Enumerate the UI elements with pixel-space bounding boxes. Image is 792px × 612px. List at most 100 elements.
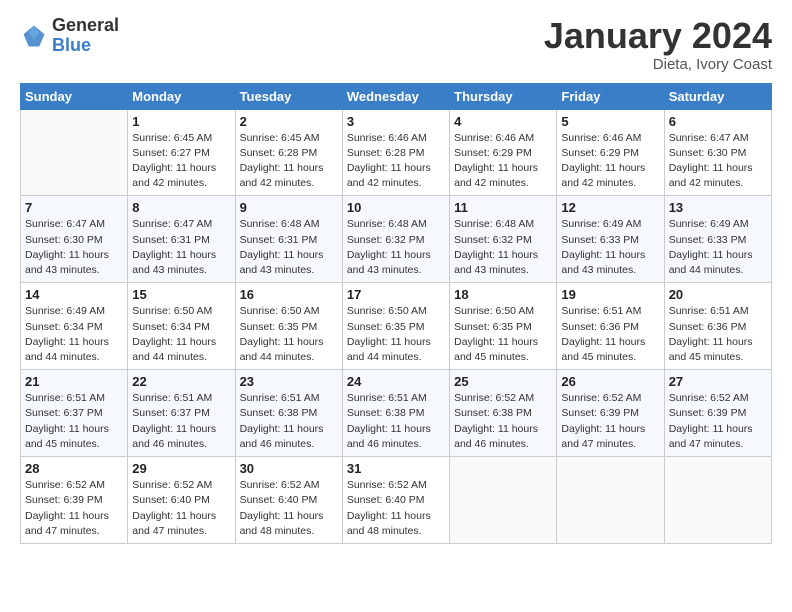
day-number: 11	[454, 200, 552, 215]
cell-info: Sunrise: 6:51 AMSunset: 6:36 PMDaylight:…	[669, 305, 753, 363]
col-header-saturday: Saturday	[664, 83, 771, 109]
cell-0-6: 6 Sunrise: 6:47 AMSunset: 6:30 PMDaylight…	[664, 109, 771, 196]
cell-info: Sunrise: 6:51 AMSunset: 6:37 PMDaylight:…	[25, 392, 109, 450]
cell-info: Sunrise: 6:52 AMSunset: 6:39 PMDaylight:…	[25, 479, 109, 537]
col-header-sunday: Sunday	[21, 83, 128, 109]
cell-info: Sunrise: 6:50 AMSunset: 6:34 PMDaylight:…	[132, 305, 216, 363]
cell-2-5: 19Sunrise: 6:51 AMSunset: 6:36 PMDayligh…	[557, 283, 664, 370]
cell-info: Sunrise: 6:46 AMSunset: 6:28 PMDaylight:…	[347, 132, 431, 190]
cell-info: Sunrise: 6:52 AMSunset: 6:40 PMDaylight:…	[240, 479, 324, 537]
col-header-tuesday: Tuesday	[235, 83, 342, 109]
day-number: 3	[347, 114, 445, 129]
cell-3-1: 22Sunrise: 6:51 AMSunset: 6:37 PMDayligh…	[128, 370, 235, 457]
cell-2-3: 17 Sunrise: 6:50 AMSunset: 6:35 PMDayligh…	[342, 283, 449, 370]
cell-info: Sunrise: 6:48 AMSunset: 6:32 PMDaylight:…	[454, 218, 538, 276]
cell-1-0: 7 Sunrise: 6:47 AMSunset: 6:30 PMDaylight…	[21, 196, 128, 283]
cell-4-0: 28 Sunrise: 6:52 AMSunset: 6:39 PMDayligh…	[21, 457, 128, 544]
cell-info: Sunrise: 6:52 AMSunset: 6:40 PMDaylight:…	[347, 479, 431, 537]
col-header-wednesday: Wednesday	[342, 83, 449, 109]
cell-4-6	[664, 457, 771, 544]
cell-4-5	[557, 457, 664, 544]
day-number: 21	[25, 374, 123, 389]
cell-1-2: 9 Sunrise: 6:48 AMSunset: 6:31 PMDaylight…	[235, 196, 342, 283]
cell-info: Sunrise: 6:48 AMSunset: 6:31 PMDaylight:…	[240, 218, 324, 276]
day-number: 28	[25, 461, 123, 476]
cell-0-3: 3 Sunrise: 6:46 AMSunset: 6:28 PMDaylight…	[342, 109, 449, 196]
day-number: 31	[347, 461, 445, 476]
cell-info: Sunrise: 6:51 AMSunset: 6:38 PMDaylight:…	[347, 392, 431, 450]
cell-info: Sunrise: 6:46 AMSunset: 6:29 PMDaylight:…	[561, 132, 645, 190]
cell-3-5: 26Sunrise: 6:52 AMSunset: 6:39 PMDayligh…	[557, 370, 664, 457]
col-header-friday: Friday	[557, 83, 664, 109]
day-number: 14	[25, 287, 123, 302]
cell-0-2: 2 Sunrise: 6:45 AMSunset: 6:28 PMDaylight…	[235, 109, 342, 196]
cell-2-6: 20Sunrise: 6:51 AMSunset: 6:36 PMDayligh…	[664, 283, 771, 370]
cell-info: Sunrise: 6:50 AMSunset: 6:35 PMDaylight:…	[454, 305, 538, 363]
cell-3-4: 25Sunrise: 6:52 AMSunset: 6:38 PMDayligh…	[450, 370, 557, 457]
cell-info: Sunrise: 6:49 AMSunset: 6:33 PMDaylight:…	[669, 218, 753, 276]
cell-4-4	[450, 457, 557, 544]
calendar-page: General Blue January 2024 Dieta, Ivory C…	[0, 0, 792, 612]
week-row-0: 1 Sunrise: 6:45 AMSunset: 6:27 PMDaylight…	[21, 109, 772, 196]
title-block: January 2024 Dieta, Ivory Coast	[544, 16, 772, 73]
day-number: 7	[25, 200, 123, 215]
day-number: 10	[347, 200, 445, 215]
cell-info: Sunrise: 6:45 AMSunset: 6:28 PMDaylight:…	[240, 132, 324, 190]
week-row-4: 28 Sunrise: 6:52 AMSunset: 6:39 PMDayligh…	[21, 457, 772, 544]
day-number: 27	[669, 374, 767, 389]
cell-info: Sunrise: 6:47 AMSunset: 6:31 PMDaylight:…	[132, 218, 216, 276]
cell-1-4: 11 Sunrise: 6:48 AMSunset: 6:32 PMDayligh…	[450, 196, 557, 283]
week-row-3: 21 Sunrise: 6:51 AMSunset: 6:37 PMDayligh…	[21, 370, 772, 457]
cell-info: Sunrise: 6:48 AMSunset: 6:32 PMDaylight:…	[347, 218, 431, 276]
header: General Blue January 2024 Dieta, Ivory C…	[20, 16, 772, 73]
day-number: 4	[454, 114, 552, 129]
cell-2-0: 14 Sunrise: 6:49 AMSunset: 6:34 PMDayligh…	[21, 283, 128, 370]
cell-info: Sunrise: 6:51 AMSunset: 6:36 PMDaylight:…	[561, 305, 645, 363]
cell-info: Sunrise: 6:49 AMSunset: 6:34 PMDaylight:…	[25, 305, 109, 363]
logo-icon	[20, 22, 48, 50]
col-header-thursday: Thursday	[450, 83, 557, 109]
day-number: 9	[240, 200, 338, 215]
day-number: 23	[240, 374, 338, 389]
cell-info: Sunrise: 6:52 AMSunset: 6:39 PMDaylight:…	[561, 392, 645, 450]
week-row-2: 14 Sunrise: 6:49 AMSunset: 6:34 PMDayligh…	[21, 283, 772, 370]
logo-general: General	[52, 16, 119, 36]
cell-1-3: 10 Sunrise: 6:48 AMSunset: 6:32 PMDayligh…	[342, 196, 449, 283]
cell-info: Sunrise: 6:50 AMSunset: 6:35 PMDaylight:…	[347, 305, 431, 363]
cell-info: Sunrise: 6:47 AMSunset: 6:30 PMDaylight:…	[669, 132, 753, 190]
day-number: 30	[240, 461, 338, 476]
location: Dieta, Ivory Coast	[544, 56, 772, 73]
cell-2-1: 15Sunrise: 6:50 AMSunset: 6:34 PMDayligh…	[128, 283, 235, 370]
day-number: 8	[132, 200, 230, 215]
day-number: 13	[669, 200, 767, 215]
cell-3-2: 23Sunrise: 6:51 AMSunset: 6:38 PMDayligh…	[235, 370, 342, 457]
header-row: SundayMondayTuesdayWednesdayThursdayFrid…	[21, 83, 772, 109]
cell-0-0	[21, 109, 128, 196]
cell-info: Sunrise: 6:49 AMSunset: 6:33 PMDaylight:…	[561, 218, 645, 276]
cell-2-2: 16Sunrise: 6:50 AMSunset: 6:35 PMDayligh…	[235, 283, 342, 370]
cell-info: Sunrise: 6:47 AMSunset: 6:30 PMDaylight:…	[25, 218, 109, 276]
cell-2-4: 18 Sunrise: 6:50 AMSunset: 6:35 PMDayligh…	[450, 283, 557, 370]
day-number: 12	[561, 200, 659, 215]
day-number: 1	[132, 114, 230, 129]
day-number: 18	[454, 287, 552, 302]
cell-1-5: 12 Sunrise: 6:49 AMSunset: 6:33 PMDayligh…	[557, 196, 664, 283]
calendar-table: SundayMondayTuesdayWednesdayThursdayFrid…	[20, 83, 772, 544]
day-number: 24	[347, 374, 445, 389]
day-number: 25	[454, 374, 552, 389]
week-row-1: 7 Sunrise: 6:47 AMSunset: 6:30 PMDaylight…	[21, 196, 772, 283]
cell-4-1: 29Sunrise: 6:52 AMSunset: 6:40 PMDayligh…	[128, 457, 235, 544]
day-number: 6	[669, 114, 767, 129]
cell-0-5: 5Sunrise: 6:46 AMSunset: 6:29 PMDaylight…	[557, 109, 664, 196]
cell-4-3: 31 Sunrise: 6:52 AMSunset: 6:40 PMDayligh…	[342, 457, 449, 544]
cell-info: Sunrise: 6:45 AMSunset: 6:27 PMDaylight:…	[132, 132, 216, 190]
day-number: 17	[347, 287, 445, 302]
cell-info: Sunrise: 6:52 AMSunset: 6:39 PMDaylight:…	[669, 392, 753, 450]
logo: General Blue	[20, 16, 119, 56]
cell-3-6: 27 Sunrise: 6:52 AMSunset: 6:39 PMDayligh…	[664, 370, 771, 457]
cell-1-6: 13 Sunrise: 6:49 AMSunset: 6:33 PMDayligh…	[664, 196, 771, 283]
day-number: 2	[240, 114, 338, 129]
logo-blue: Blue	[52, 36, 119, 56]
day-number: 22	[132, 374, 230, 389]
logo-text: General Blue	[52, 16, 119, 56]
